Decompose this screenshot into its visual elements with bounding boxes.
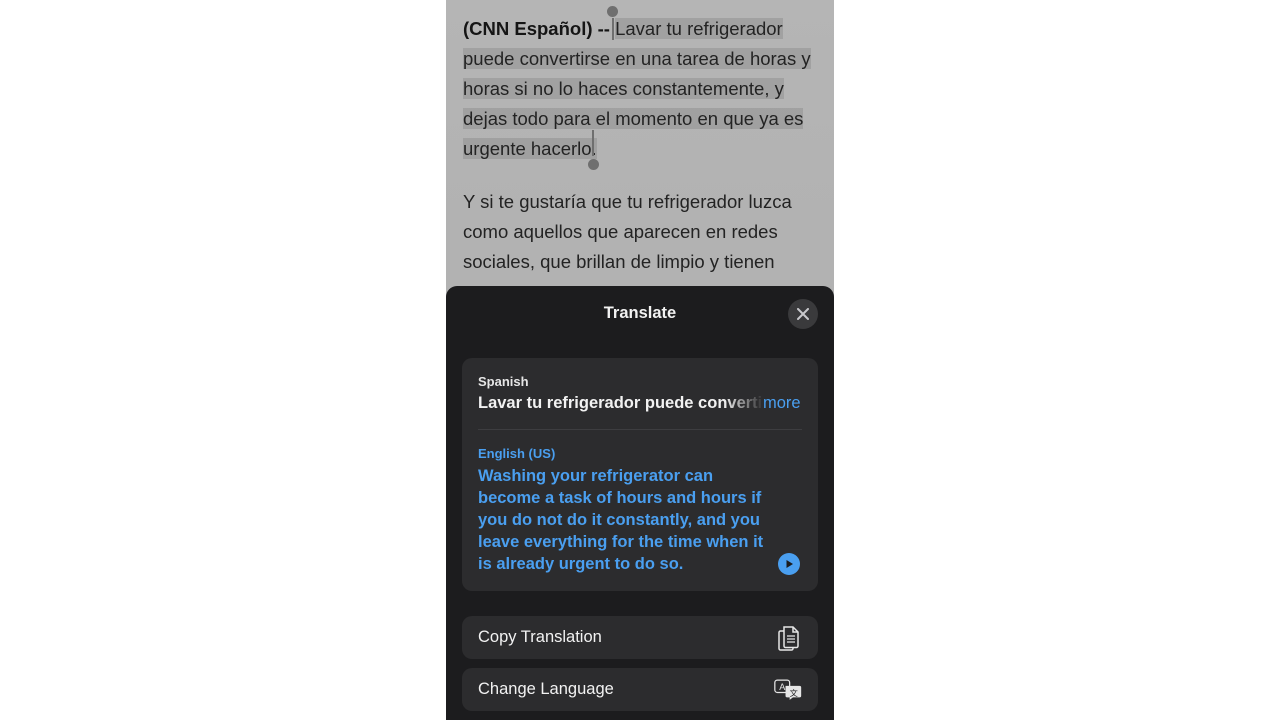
play-icon bbox=[786, 560, 793, 568]
more-link[interactable]: more bbox=[763, 394, 801, 413]
selection-start-knob[interactable] bbox=[607, 6, 618, 17]
source-text: Lavar tu refrigerador puede convertirse bbox=[478, 394, 764, 412]
sheet-title: Translate bbox=[603, 304, 677, 322]
article-paragraph-1: (CNN Español) -- Lavar tu refrigerador p… bbox=[463, 14, 813, 164]
change-language-label: Change Language bbox=[478, 680, 614, 698]
source-language-label: Spanish bbox=[478, 374, 529, 389]
article-body: (CNN Español) -- Lavar tu refrigerador p… bbox=[463, 14, 813, 300]
close-icon bbox=[797, 308, 809, 320]
svg-text:文: 文 bbox=[790, 688, 798, 698]
translated-text: Washing your refrigerator can become a t… bbox=[478, 467, 764, 573]
copy-icon bbox=[774, 624, 802, 652]
selection-start-handle[interactable] bbox=[612, 18, 614, 40]
selection-end-knob[interactable] bbox=[588, 159, 599, 170]
play-translation-button[interactable] bbox=[778, 553, 800, 575]
phone-screen: (CNN Español) -- Lavar tu refrigerador p… bbox=[446, 0, 834, 720]
translate-icon: A 文 bbox=[774, 676, 802, 704]
target-language-label: English (US) bbox=[478, 446, 556, 461]
copy-translation-label: Copy Translation bbox=[478, 628, 602, 646]
selection-end-handle[interactable] bbox=[592, 130, 594, 156]
translate-sheet: Translate Spanish Lavar tu refrigerador … bbox=[446, 286, 834, 720]
translation-card: Spanish Lavar tu refrigerador puede conv… bbox=[462, 358, 818, 591]
selected-text[interactable]: Lavar tu refrigerador puede convertirse … bbox=[463, 18, 811, 159]
article-paragraph-2: Y si te gustaría que tu refrigerador luz… bbox=[463, 191, 792, 272]
svg-text:A: A bbox=[779, 682, 786, 692]
close-button[interactable] bbox=[788, 299, 818, 329]
copy-translation-button[interactable]: Copy Translation bbox=[462, 616, 818, 659]
divider bbox=[478, 429, 802, 430]
change-language-button[interactable]: Change Language A 文 bbox=[462, 668, 818, 711]
article-lead: (CNN Español) -- bbox=[463, 18, 610, 39]
